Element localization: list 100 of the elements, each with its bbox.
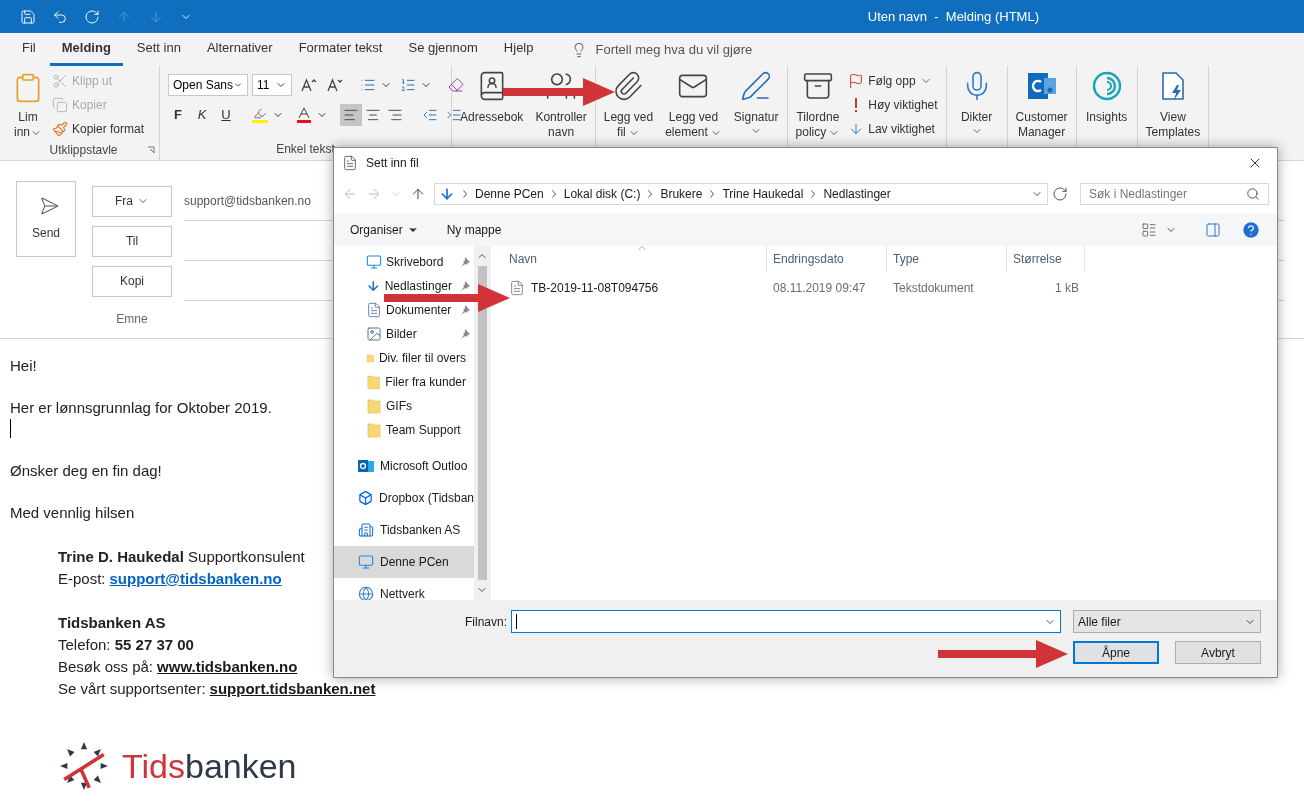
ribbon-button[interactable]: Insights (1080, 66, 1133, 138)
toolbar-button[interactable]: Organiser (350, 221, 419, 239)
address-button[interactable]: Kopi (92, 265, 172, 297)
ribbon-button[interactable]: Høy viktighet (848, 94, 942, 116)
logo-text: Tids (122, 747, 185, 785)
ribbon-tab[interactable]: Alternativer (194, 33, 285, 66)
body-text: Ønsker deg en fin dag! (10, 461, 162, 481)
paste-button[interactable]: Lim inn (8, 66, 48, 140)
help-icon[interactable] (1241, 220, 1261, 240)
style-button[interactable]: F (168, 104, 188, 126)
column-header[interactable]: Størrelse (1007, 246, 1085, 272)
nav-item[interactable]: GIFs (386, 399, 412, 413)
highlighter-icon[interactable] (252, 107, 268, 123)
view-options-icon[interactable] (1141, 222, 1157, 238)
shrink-font-icon[interactable] (326, 77, 344, 93)
font-dropdown[interactable]: Open Sans (168, 74, 248, 96)
field-label: Filnavn: (464, 613, 507, 631)
circles-icon (1090, 70, 1123, 102)
nav-item[interactable]: Microsoft Outloo (334, 450, 474, 482)
ribbon-button[interactable]: Legg ved fil (599, 66, 658, 140)
breadcrumb[interactable]: Brukere (660, 185, 703, 203)
ribbon-tab[interactable]: Hjelp (491, 33, 546, 66)
nav-item[interactable]: Tidsbanken AS (334, 514, 474, 546)
exclamation-icon (855, 97, 858, 113)
launcher-icon[interactable] (147, 146, 155, 154)
nav-item[interactable]: Dropbox (Tidsban (334, 482, 474, 514)
search-field[interactable]: Søk i Nedlastinger (1080, 183, 1269, 205)
nav-item[interactable]: Div. filer til overs (378, 351, 466, 365)
ribbon-button[interactable]: Tilordne policy (791, 66, 845, 140)
ribbon-button[interactable]: Customer Manager (1011, 66, 1072, 140)
nav-item[interactable]: Dokumenter (386, 303, 452, 317)
nav-item[interactable]: Denne PCen (334, 546, 474, 578)
breadcrumb[interactable]: Lokal disk (C:) (563, 185, 641, 203)
refresh-icon[interactable] (1052, 186, 1068, 202)
nav-item[interactable]: Bilder (386, 327, 417, 341)
dialog-button[interactable]: Åpne (1073, 641, 1159, 664)
undo-icon[interactable] (52, 8, 68, 25)
breadcrumb[interactable]: Nedlastinger (823, 185, 891, 203)
tell-me-field[interactable]: Fortell meg hva du vil gjøre (571, 39, 753, 60)
indent-icon[interactable] (446, 107, 462, 123)
download-icon (439, 186, 455, 202)
ribbon-tab[interactable]: Fil (10, 33, 48, 66)
ribbon-tab[interactable]: Sett inn (124, 33, 193, 66)
ribbon-button[interactable]: Lav viktighet (848, 118, 942, 140)
style-button[interactable]: U (216, 104, 236, 126)
body-text: Hei! (10, 356, 37, 376)
grow-font-icon[interactable] (300, 77, 318, 93)
ribbon-button[interactable]: Kopier format (52, 118, 145, 140)
contact-card-icon (1025, 70, 1058, 102)
clear-format-icon[interactable] (448, 77, 464, 93)
body-text: Her er lønnsgrunnlag for Oktober 2019. (10, 398, 272, 418)
ribbon-button[interactable]: Signatur (729, 66, 783, 140)
signature-text: Telefon: 55 27 37 00 (58, 635, 194, 655)
preview-pane-icon[interactable] (1205, 222, 1221, 238)
ribbon-button[interactable]: View Templates (1141, 66, 1205, 140)
nav-item[interactable]: Nettverk (334, 578, 474, 610)
up-icon[interactable] (410, 186, 426, 202)
outdent-icon[interactable] (422, 107, 438, 123)
scrollbar[interactable] (474, 246, 490, 600)
ribbon-button[interactable]: Følg opp (848, 70, 942, 92)
signature-label: Besøk oss på: (58, 657, 154, 677)
style-button[interactable]: K (192, 104, 212, 126)
font-color-icon[interactable] (296, 107, 312, 123)
signature-link[interactable]: www.tidsbanken.no (157, 656, 298, 678)
chevron-icon (710, 190, 715, 198)
font-size-dropdown[interactable]: 11 (252, 74, 292, 96)
redo-icon[interactable] (84, 8, 100, 25)
signature-link[interactable]: support@tidsbanken.no (109, 568, 282, 590)
nav-item[interactable]: Nedlastinger (384, 279, 452, 293)
ribbon-tab[interactable]: Se gjennom (396, 33, 490, 66)
breadcrumb[interactable]: Trine Haukedal (722, 185, 804, 203)
nav-item[interactable]: Skrivebord (386, 255, 444, 269)
align-button[interactable] (340, 104, 362, 126)
file-type: Tekstdokument (892, 280, 975, 297)
nav-item[interactable]: Filer fra kunder (385, 375, 466, 389)
address-button[interactable]: Til (92, 225, 172, 257)
signature-link[interactable]: support.tidsbanken.net (209, 678, 376, 700)
ribbon-tab[interactable]: Formater tekst (286, 33, 395, 66)
subject-label: Emne (115, 311, 149, 328)
numbered-list-icon[interactable] (400, 77, 416, 93)
toolbar-button[interactable]: Ny mappe (446, 221, 502, 239)
nav-item[interactable]: Team Support (386, 423, 461, 437)
ribbon-button[interactable]: Legg ved element (661, 66, 726, 140)
bullet-list-icon[interactable] (360, 77, 376, 93)
breadcrumb[interactable]: Denne PCen (475, 185, 544, 203)
column-header[interactable]: Type (887, 246, 1007, 272)
filetype-dropdown[interactable]: Alle filer (1073, 610, 1261, 633)
save-icon[interactable] (20, 8, 36, 25)
column-header[interactable]: Navn (503, 246, 767, 272)
folder-icon (366, 374, 382, 390)
dialog-button[interactable]: Avbryt (1175, 641, 1261, 664)
signature-text: Tidsbanken AS (58, 613, 166, 633)
ribbon-button[interactable]: Adressebok (456, 66, 528, 140)
address-bar[interactable]: Denne PCen Lokal disk (C:) Brukere Trine Haukedal Nedlastinger (434, 183, 1048, 205)
logo-text: banken (185, 747, 297, 785)
send-button[interactable]: Send (16, 181, 76, 257)
ribbon-button[interactable]: Dikter (950, 66, 1003, 138)
address-button[interactable]: Fra (92, 185, 172, 217)
column-header[interactable]: Endringsdato (767, 246, 887, 272)
filename-field[interactable] (511, 610, 1061, 633)
